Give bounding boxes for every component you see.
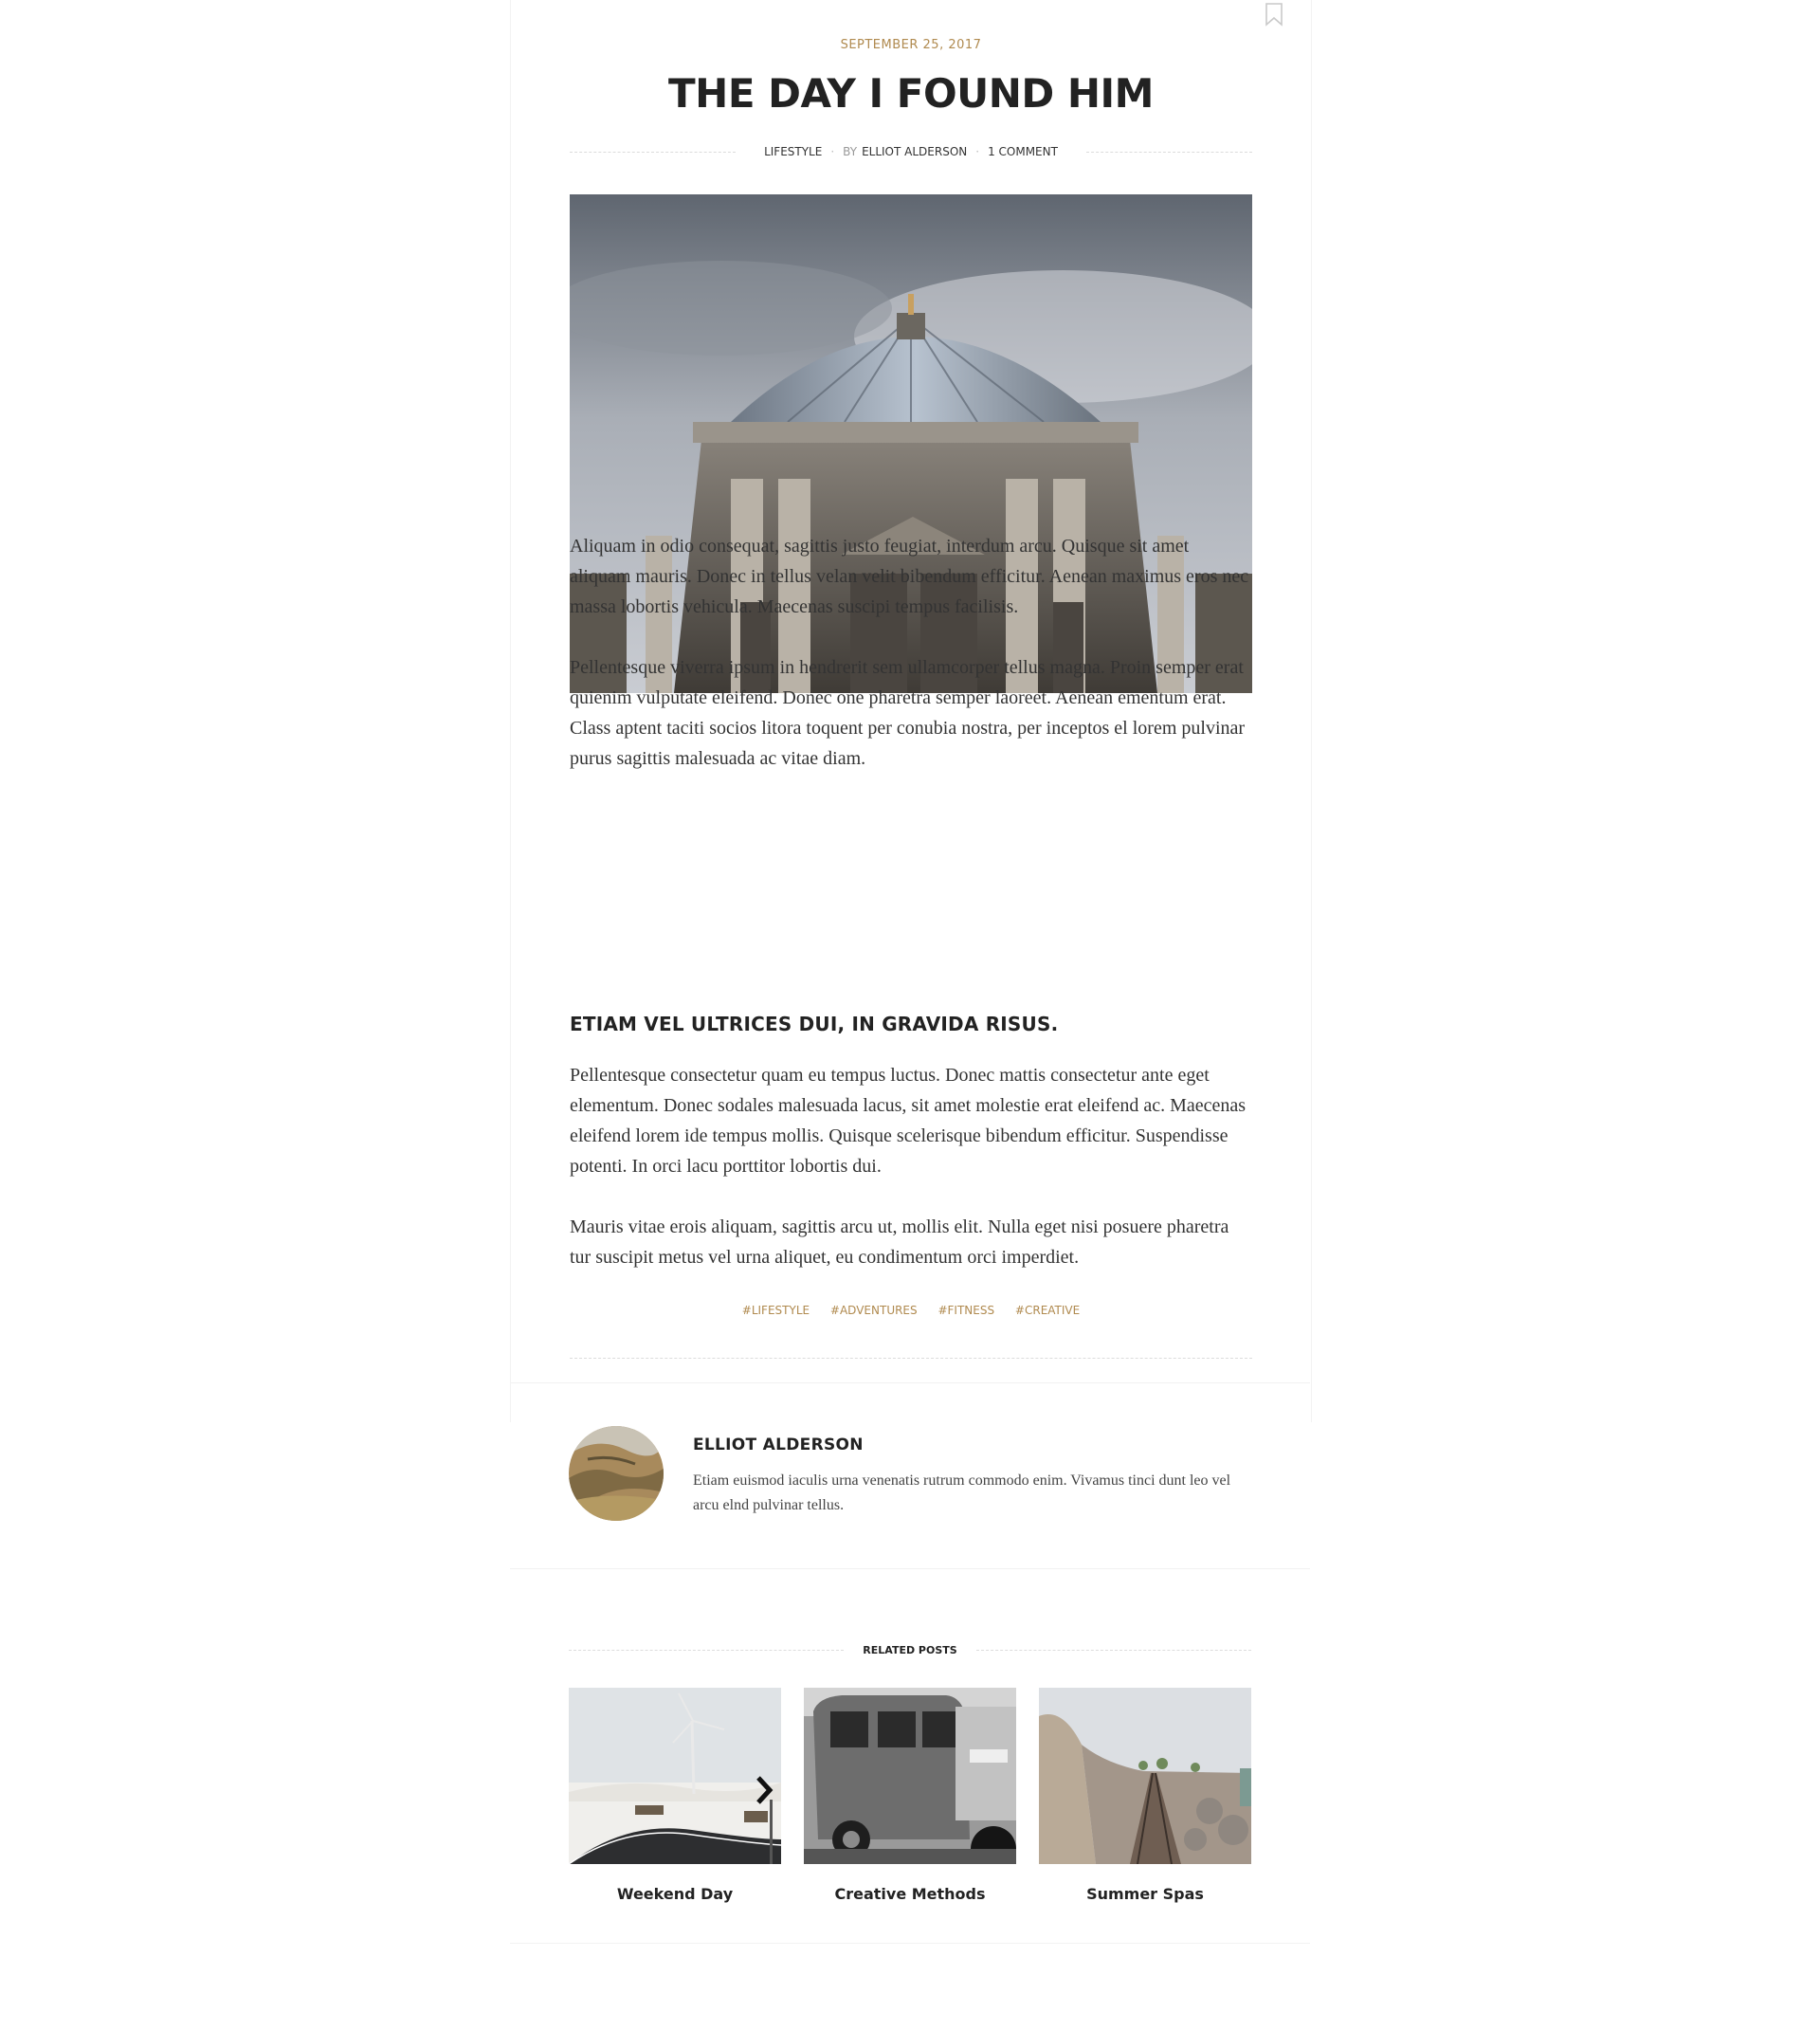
tag-link[interactable]: #ADVENTURES <box>830 1304 918 1317</box>
blog-post-page: SEPTEMBER 25, 2017 THE DAY I FOUND HIM L… <box>0 0 1820 2030</box>
related-post-title[interactable]: Weekend Day <box>569 1885 781 1903</box>
related-posts: RELATED POSTS Weekend Day Creative Metho… <box>510 1568 1310 1944</box>
meta-rule-left <box>570 151 737 153</box>
related-post-title[interactable]: Summer Spas <box>1039 1885 1251 1903</box>
by-label: BY <box>843 145 858 158</box>
related-post-thumbnail[interactable] <box>804 1688 1016 1864</box>
related-posts-heading: RELATED POSTS <box>569 1642 1251 1657</box>
related-post-thumbnail[interactable] <box>1039 1688 1251 1864</box>
related-post-item[interactable]: Summer Spas <box>1039 1688 1251 1903</box>
post-paragraph-4: Mauris vitae erois aliquam, sagittis arc… <box>570 1216 1229 1268</box>
post-paragraph-2: Pellentesque viverra ipsum in hendrerit … <box>570 657 1246 769</box>
post-paragraph-3: Pellentesque consectetur quam eu tempus … <box>570 1065 1247 1177</box>
author-link[interactable]: ELLIOT ALDERSON <box>862 145 967 158</box>
bookmark-icon[interactable] <box>1264 2 1284 27</box>
post-meta: LIFESTYLE · BY ELLIOT ALDERSON · 1 COMME… <box>570 144 1253 159</box>
category-link[interactable]: LIFESTYLE <box>764 145 822 158</box>
comments-link[interactable]: 1 COMMENT <box>988 145 1058 158</box>
related-post-item[interactable]: Weekend Day <box>569 1688 781 1903</box>
post-divider <box>570 1358 1252 1359</box>
meta-rule-right <box>1085 151 1253 153</box>
post-paragraph-1: Aliquam in odio consequat, sagittis just… <box>570 536 1249 617</box>
author-name[interactable]: ELLIOT ALDERSON <box>693 1436 864 1454</box>
post-date: SEPTEMBER 25, 2017 <box>840 38 982 52</box>
post-subheading: ETIAM VEL ULTRICES DUI, IN GRAVIDA RISUS… <box>570 1013 1059 1035</box>
author-bio: Etiam euismod iaculis urna venenatis rut… <box>693 1472 1231 1513</box>
meta-separator: · <box>975 145 980 158</box>
related-post-thumbnail[interactable] <box>569 1688 781 1864</box>
heading-rule-left <box>569 1649 845 1651</box>
related-post-item[interactable]: Creative Methods <box>804 1688 1016 1903</box>
post-title: THE DAY I FOUND HIM <box>668 70 1154 117</box>
heading-rule-right <box>975 1649 1251 1651</box>
post-tags: #LIFESTYLE #ADVENTURES #FITNESS #CREATIV… <box>570 1304 1252 1317</box>
related-posts-label: RELATED POSTS <box>863 1643 957 1656</box>
author-avatar[interactable] <box>569 1426 664 1521</box>
tag-link[interactable]: #FITNESS <box>937 1304 994 1317</box>
meta-separator: · <box>830 145 835 158</box>
tag-link[interactable]: #CREATIVE <box>1015 1304 1080 1317</box>
tag-link[interactable]: #LIFESTYLE <box>742 1304 810 1317</box>
author-box: ELLIOT ALDERSON Etiam euismod iaculis ur… <box>510 1382 1310 1569</box>
post-card: SEPTEMBER 25, 2017 THE DAY I FOUND HIM L… <box>510 0 1312 1422</box>
related-post-title[interactable]: Creative Methods <box>804 1885 1016 1903</box>
